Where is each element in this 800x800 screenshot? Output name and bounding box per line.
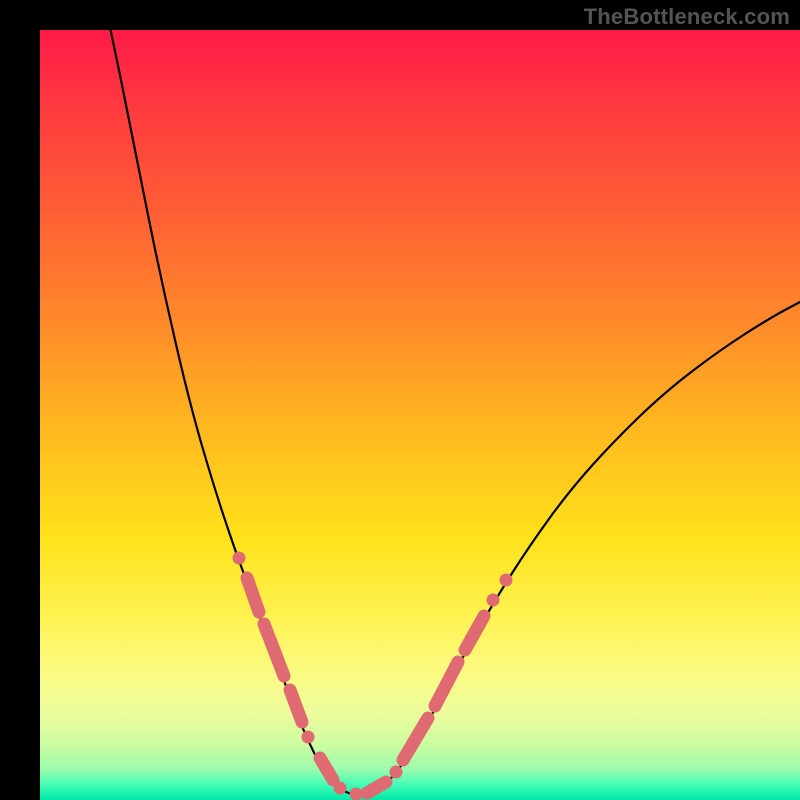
watermark-text: TheBottleneck.com [584, 4, 790, 30]
curve-layer [40, 30, 800, 800]
marker-dot [390, 766, 403, 779]
marker-dot [350, 788, 363, 800]
marker-dot [302, 731, 315, 744]
marker-pill [247, 578, 259, 612]
marker-dot [233, 552, 246, 565]
chart-frame: TheBottleneck.com [0, 0, 800, 800]
marker-pill [320, 758, 333, 780]
curve-markers [233, 552, 513, 800]
marker-pill [403, 718, 428, 760]
marker-pill [465, 616, 484, 650]
marker-dot [334, 782, 347, 795]
marker-dot [487, 594, 500, 607]
marker-dot [500, 574, 513, 587]
plot-area [40, 30, 800, 800]
marker-pill [264, 624, 284, 676]
marker-pill [290, 690, 302, 722]
marker-pill [435, 662, 458, 706]
marker-pill [367, 782, 386, 793]
